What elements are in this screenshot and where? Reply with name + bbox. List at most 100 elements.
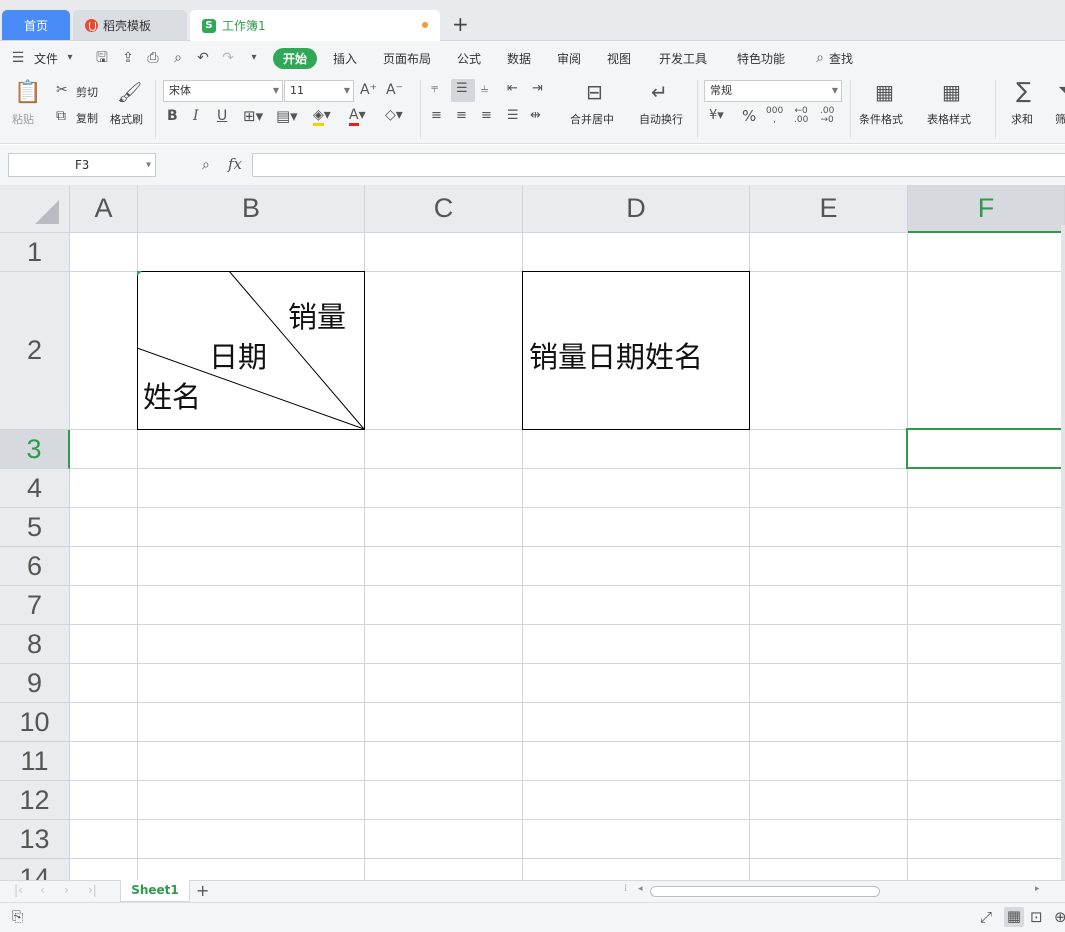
cut-icon[interactable]: ✂ <box>56 82 68 98</box>
menu-features[interactable]: 特色功能 <box>737 50 785 67</box>
tab-home[interactable]: 首页 <box>2 10 70 40</box>
name-box[interactable]: F3 ▼ <box>8 153 156 177</box>
cut-button[interactable]: 剪切 <box>76 84 98 100</box>
next-sheet-icon[interactable]: › <box>64 883 69 897</box>
font-color-icon[interactable]: A▾ <box>349 107 366 126</box>
bold-icon[interactable]: B <box>167 108 178 124</box>
increase-font-icon[interactable]: A⁺ <box>360 82 377 98</box>
cell-b2[interactable]: 销量 日期 姓名 <box>137 271 365 430</box>
percent-icon[interactable]: % <box>742 107 756 125</box>
paste-button[interactable]: 粘贴 <box>12 111 34 127</box>
copy-button[interactable]: 复制 <box>76 110 98 126</box>
tab-workbook[interactable]: S 工作簿1 <box>190 10 440 41</box>
formula-input[interactable] <box>252 153 1065 177</box>
spreadsheet-grid[interactable]: A B C D E F 1 2 3 4 5 6 7 8 9 10 11 12 1… <box>0 185 1065 880</box>
macro-record-icon[interactable]: ⎘ <box>12 909 23 925</box>
row-header-8[interactable]: 8 <box>0 625 70 664</box>
decrease-indent-icon[interactable]: ⇤ <box>507 81 518 96</box>
column-header-e[interactable]: E <box>750 185 908 233</box>
column-header-a[interactable]: A <box>70 185 138 233</box>
row-header-3[interactable]: 3 <box>0 430 70 469</box>
select-all-corner[interactable] <box>0 185 70 233</box>
chevron-down-icon[interactable]: ▾ <box>62 50 78 66</box>
normal-view-icon[interactable]: ▦ <box>1004 907 1024 927</box>
tab-template[interactable]: 稻壳模板 <box>73 10 187 40</box>
add-sheet-button[interactable]: + <box>196 882 209 900</box>
page-break-view-icon[interactable]: ⊡ <box>1030 908 1043 926</box>
menu-page-layout[interactable]: 页面布局 <box>383 50 431 67</box>
row-header-1[interactable]: 1 <box>0 233 70 272</box>
reading-view-icon[interactable]: ⊕ <box>1054 908 1065 926</box>
sheet-tab-sheet1[interactable]: Sheet1 <box>120 880 190 902</box>
conditional-format-icon[interactable]: ▦ <box>875 80 894 104</box>
new-tab-button[interactable]: + <box>452 11 469 37</box>
clear-icon[interactable]: ◇▾ <box>385 107 403 123</box>
cell-d2[interactable]: 销量日期姓名 <box>522 271 750 430</box>
menu-review[interactable]: 审阅 <box>557 50 581 67</box>
distributed-icon[interactable]: ⇹ <box>530 108 541 123</box>
table-style-button[interactable]: 表格样式 <box>927 111 971 127</box>
row-header-10[interactable]: 10 <box>0 703 70 742</box>
row-header-9[interactable]: 9 <box>0 664 70 703</box>
fill-color-icon[interactable]: ◈▾ <box>313 107 331 126</box>
row-header-11[interactable]: 11 <box>0 742 70 781</box>
print-preview-icon[interactable]: ⌕ <box>170 50 186 66</box>
fullscreen-icon[interactable]: ⤢ <box>980 908 992 926</box>
currency-icon[interactable]: ¥▾ <box>709 108 724 123</box>
decrease-decimal-icon[interactable]: .00 →0 <box>820 107 834 125</box>
align-bottom-icon[interactable]: ⫨ <box>481 81 488 96</box>
align-middle-icon[interactable]: ☰ <box>456 81 468 96</box>
row-header-14[interactable]: 14 <box>0 859 70 880</box>
justify-icon[interactable]: ☰ <box>507 108 519 123</box>
decrease-font-icon[interactable]: A⁻ <box>386 82 403 98</box>
column-header-b[interactable]: B <box>138 185 365 233</box>
row-header-4[interactable]: 4 <box>0 469 70 508</box>
menu-insert[interactable]: 插入 <box>333 50 357 67</box>
row-header-5[interactable]: 5 <box>0 508 70 547</box>
format-painter-icon[interactable]: 🖌 <box>117 80 142 104</box>
row-header-13[interactable]: 13 <box>0 820 70 859</box>
quick-access-more-icon[interactable]: ▾ <box>246 50 262 66</box>
align-center-icon[interactable]: ≡ <box>456 108 467 123</box>
zoom-icon[interactable]: ⌕ <box>202 157 210 173</box>
print-icon[interactable]: ⎙ <box>145 50 161 66</box>
thousands-icon[interactable]: 000, <box>766 107 783 125</box>
selected-cell-f3[interactable] <box>906 428 1065 469</box>
table-style-icon[interactable]: ▦ <box>942 80 961 104</box>
align-left-icon[interactable]: ≡ <box>431 108 442 123</box>
copy-icon[interactable]: ⧉ <box>56 108 66 124</box>
fx-button[interactable]: fx <box>228 155 242 173</box>
menu-view[interactable]: 视图 <box>607 50 631 67</box>
hamburger-icon[interactable]: ☰ <box>10 50 26 66</box>
save-icon[interactable]: 🖫 <box>94 50 110 66</box>
increase-decimal-icon[interactable]: ←0.00 <box>794 107 808 125</box>
increase-indent-icon[interactable]: ⇥ <box>532 81 543 96</box>
scroll-right-icon[interactable]: ▸ <box>1035 884 1040 894</box>
border-icon[interactable]: ⊞▾ <box>243 107 263 125</box>
wrap-text-icon[interactable]: ↵ <box>651 80 668 104</box>
scroll-left-icon[interactable]: ◂ <box>638 884 643 894</box>
undo-icon[interactable]: ↶ <box>195 50 211 66</box>
row-header-7[interactable]: 7 <box>0 586 70 625</box>
scroll-splitter-icon[interactable]: ⁞ <box>624 883 627 894</box>
export-icon[interactable]: ⇪ <box>120 50 136 66</box>
menu-formula[interactable]: 公式 <box>457 50 481 67</box>
cell-style-icon[interactable]: ▤▾ <box>276 107 298 125</box>
row-header-12[interactable]: 12 <box>0 781 70 820</box>
row-header-2[interactable]: 2 <box>0 272 70 430</box>
menu-file[interactable]: 文件 <box>34 50 58 67</box>
font-size-select[interactable]: 11 ▼ <box>284 80 354 102</box>
menu-developer[interactable]: 开发工具 <box>659 50 707 67</box>
align-top-icon[interactable]: ⫧ <box>431 81 438 96</box>
vertical-scrollbar[interactable] <box>1061 225 1065 880</box>
sum-icon[interactable]: ∑ <box>1016 79 1031 104</box>
column-header-c[interactable]: C <box>365 185 523 233</box>
merge-center-icon[interactable]: ⊟ <box>586 80 603 104</box>
column-header-d[interactable]: D <box>523 185 750 233</box>
merge-center-button[interactable]: 合并居中 <box>570 111 614 127</box>
format-painter-button[interactable]: 格式刷 <box>110 111 143 127</box>
conditional-format-button[interactable]: 条件格式 <box>859 111 903 127</box>
font-name-select[interactable]: 宋体 ▼ <box>163 80 283 102</box>
search-icon[interactable]: ⌕ <box>812 50 828 66</box>
menu-data[interactable]: 数据 <box>507 50 531 67</box>
